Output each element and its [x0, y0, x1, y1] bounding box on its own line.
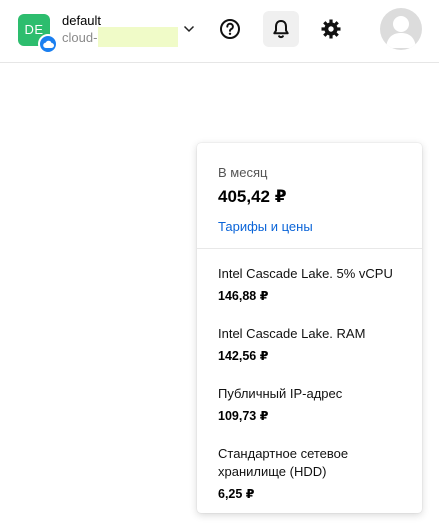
cloud-name-prefix: cloud- [62, 30, 98, 45]
item-price: 6,25 ₽ [218, 487, 255, 501]
item-name: Публичный IP-адрес [218, 386, 343, 401]
item-price: 109,73 ₽ [218, 409, 269, 423]
item-name: Стандартное сетевое хранилище (HDD) [218, 446, 349, 479]
cloud-name: cloud- [62, 26, 179, 47]
list-item: Intel Cascade Lake. RAM 142,56 ₽ [218, 325, 408, 363]
notifications-button[interactable] [263, 11, 299, 47]
item-price: 146,88 ₽ [218, 289, 269, 303]
bell-icon [273, 20, 289, 39]
cloud-icon [38, 34, 58, 54]
tariffs-link[interactable]: Тарифы и цены [218, 219, 313, 234]
monthly-total: 405,42 ₽ [218, 187, 287, 206]
project-name: default [62, 13, 102, 28]
top-bar: DE default cloud- [0, 0, 439, 63]
project-selector[interactable]: DE default cloud- [18, 12, 198, 54]
help-circle-icon [220, 19, 240, 39]
redacted-cloud-id [98, 26, 179, 47]
chevron-down-icon[interactable] [182, 22, 196, 36]
monthly-cost-card: В месяц 405,42 ₽ Тарифы и цены Intel Cas… [197, 143, 422, 513]
settings-button[interactable] [313, 11, 349, 47]
user-avatar-icon[interactable] [380, 8, 422, 50]
item-name: Intel Cascade Lake. 5% vCPU [218, 266, 393, 281]
help-button[interactable] [212, 11, 248, 47]
list-item: Intel Cascade Lake. 5% vCPU 146,88 ₽ [218, 265, 408, 303]
list-item: Публичный IP-адрес 109,73 ₽ [218, 385, 408, 423]
cost-summary: В месяц 405,42 ₽ Тарифы и цены [197, 143, 422, 249]
list-item: Стандартное сетевое хранилище (HDD) 6,25… [218, 445, 368, 501]
gear-icon [321, 19, 341, 39]
period-label: В месяц [218, 165, 268, 180]
item-price: 142,56 ₽ [218, 349, 269, 363]
item-name: Intel Cascade Lake. RAM [218, 326, 366, 341]
